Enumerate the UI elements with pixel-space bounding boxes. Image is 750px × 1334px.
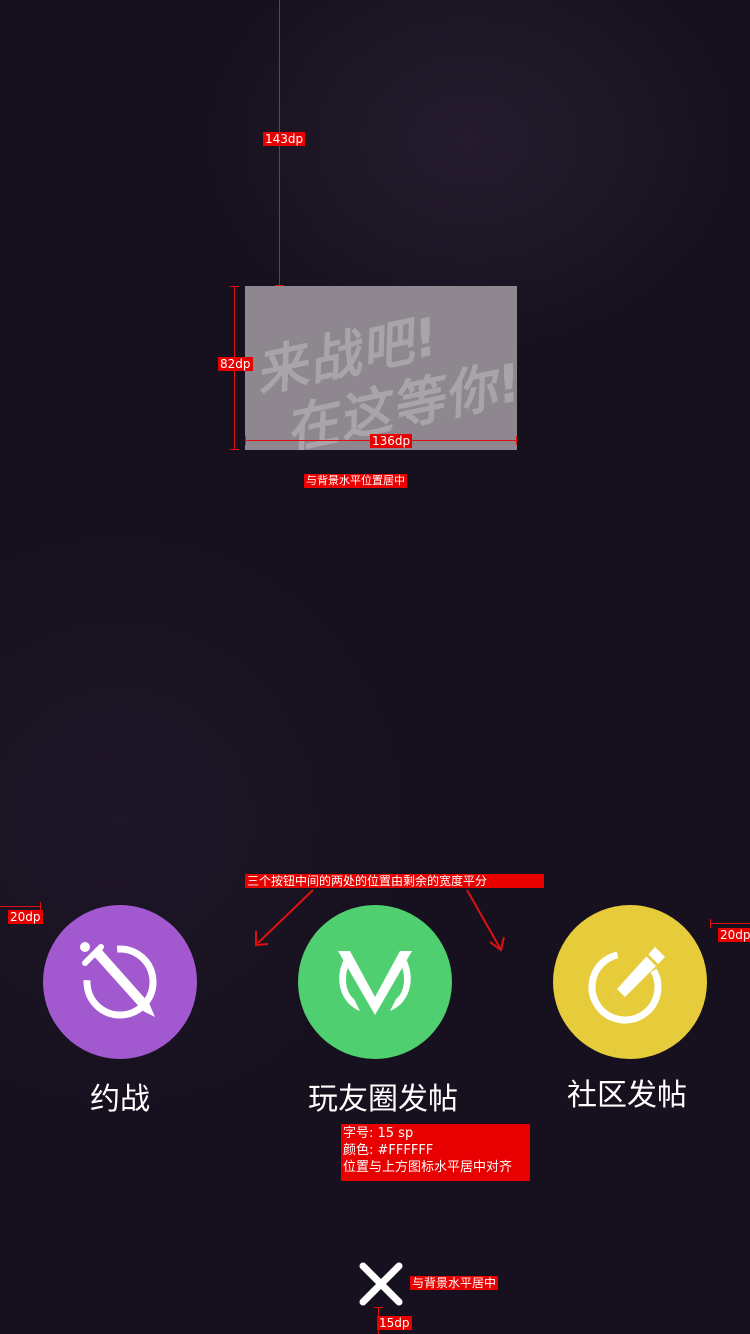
pencil-circle-icon bbox=[588, 947, 665, 1024]
right-margin-line bbox=[710, 923, 750, 924]
battle-label: 约战 bbox=[90, 1082, 150, 1117]
right-margin-tick bbox=[710, 919, 711, 928]
friends-post-button[interactable] bbox=[298, 905, 452, 1059]
sword-compass-icon bbox=[80, 942, 157, 1019]
label-spec-align: 位置与上方图标水平居中对齐 bbox=[343, 1160, 513, 1175]
community-post-label: 社区发帖 bbox=[567, 1078, 687, 1113]
friends-post-label: 玩友圈发帖 bbox=[308, 1082, 458, 1117]
community-post-button[interactable] bbox=[553, 905, 707, 1059]
v-badge-icon bbox=[338, 951, 412, 1015]
label-spec-box: 字号: 15 sp 颜色: #FFFFFF 位置与上方图标水平居中对齐 bbox=[341, 1124, 530, 1181]
left-margin-label: 20dp bbox=[8, 910, 43, 924]
right-margin-label: 20dp bbox=[718, 928, 750, 942]
left-margin-line bbox=[0, 906, 41, 907]
label-spec-size: 字号: 15 sp bbox=[343, 1126, 414, 1141]
close-margin-tick bbox=[374, 1307, 383, 1308]
battle-button[interactable] bbox=[43, 905, 197, 1059]
close-button[interactable] bbox=[358, 1261, 404, 1307]
label-spec-color: 颜色: #FFFFFF bbox=[343, 1143, 434, 1158]
close-margin-label: 15dp bbox=[377, 1316, 412, 1330]
close-icon bbox=[359, 1262, 403, 1306]
close-center-note: 与背景水平居中 bbox=[410, 1276, 499, 1290]
